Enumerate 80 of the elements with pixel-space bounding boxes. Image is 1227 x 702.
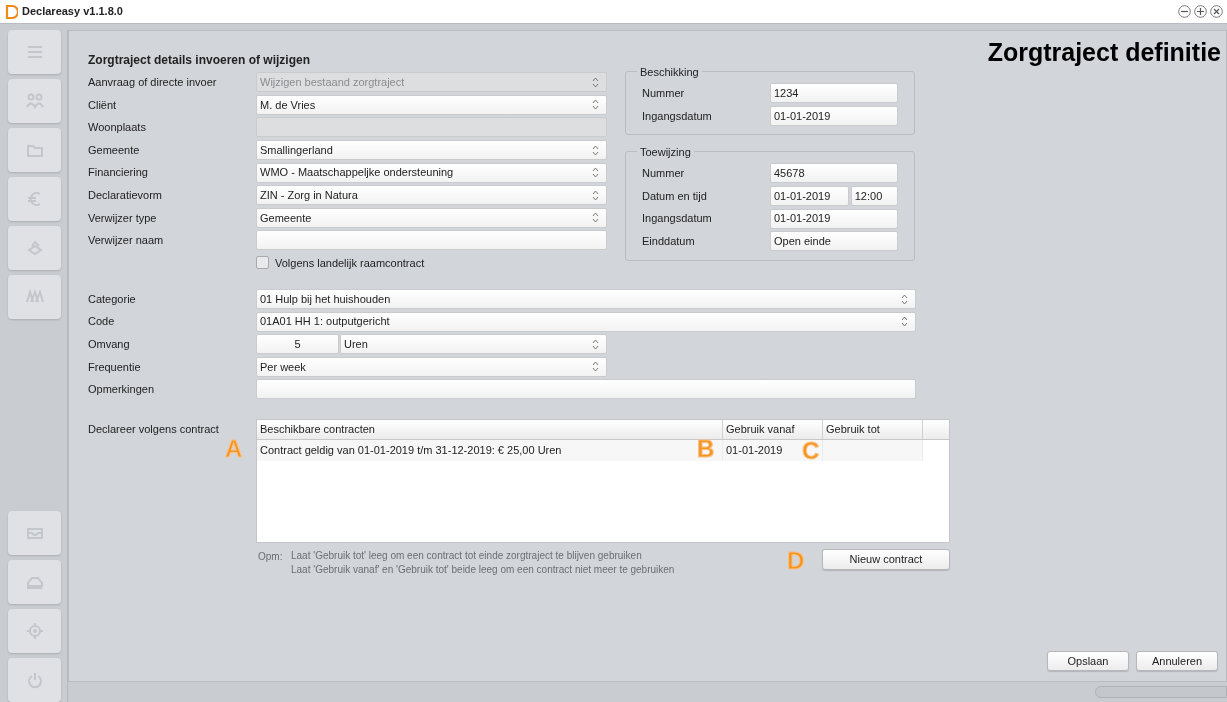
new-contract-button[interactable]: Nieuw contract: [822, 548, 950, 570]
power-button[interactable]: [8, 658, 61, 702]
column-header[interactable]: Gebruik tot: [823, 419, 923, 439]
dropdown[interactable]: M. de Vries: [256, 94, 607, 115]
form-title: Zorgtraject details invoeren of wijzigen: [88, 52, 312, 69]
spinner-icon: [592, 189, 599, 201]
input-field[interactable]: 01-01-2019: [770, 186, 849, 207]
input-field[interactable]: 45678: [770, 163, 898, 184]
column-header[interactable]: Gebruik vanaf: [723, 419, 823, 439]
field-label: Einddatum: [642, 234, 696, 249]
printer-button[interactable]: [8, 560, 61, 604]
callout-letter: D: [787, 548, 805, 573]
spinner-icon: [592, 167, 599, 179]
spinner-icon: [901, 293, 908, 305]
spinner-icon: [592, 76, 599, 88]
note-text: Laat 'Gebruik vanaf' en 'Gebruik tot' beide leeg om een contract niet meer te gebruiken: [291, 562, 675, 577]
input-field[interactable]: 01-01-2019: [770, 105, 898, 126]
scrollbar[interactable]: [1095, 686, 1227, 698]
field-label: Verwijzer naam: [88, 233, 165, 249]
dropdown[interactable]: ZIN - Zorg in Natura: [256, 185, 607, 206]
field-label: Cliënt: [88, 97, 118, 113]
menu-button[interactable]: [8, 30, 61, 74]
save-button[interactable]: Opslaan: [1047, 651, 1129, 671]
inbox-button[interactable]: [8, 511, 61, 555]
number-field[interactable]: 5: [256, 334, 339, 355]
spinner-icon: [592, 144, 599, 156]
field-label: Aanvraag of directe invoer: [88, 75, 218, 91]
dropdown[interactable]: 01 Hulp bij het huishouden: [256, 289, 916, 310]
field-label: Datum en tijd: [642, 188, 708, 204]
field-label: Omvang: [88, 337, 131, 352]
spinner-icon: [592, 99, 599, 111]
people-icon: [24, 91, 45, 111]
logo-icon: [4, 4, 18, 19]
field-label: Declareer volgens contract: [88, 422, 219, 435]
field-label: Ingangsdatum: [642, 108, 713, 124]
folder-button[interactable]: [8, 128, 61, 172]
window-title: Declareasy v1.1.8.0: [22, 4, 123, 20]
field-label: Nummer: [642, 166, 686, 182]
checkbox[interactable]: [256, 256, 269, 270]
input-field[interactable]: 12:00: [850, 186, 898, 207]
dropdown[interactable]: Uren: [340, 334, 607, 355]
spinner-icon: [592, 212, 599, 224]
dropdown[interactable]: Gemeente: [256, 207, 607, 228]
field-label: Code: [88, 314, 116, 330]
dropdown[interactable]: Smallingerland: [256, 140, 607, 161]
dropdown[interactable]: 01A01 HH 1: outputgericht: [256, 311, 916, 332]
maximize-icon[interactable]: [1194, 5, 1207, 18]
field-label: Declaratievorm: [88, 188, 163, 203]
close-icon[interactable]: [1210, 5, 1223, 18]
field-label: Frequentie: [88, 359, 142, 375]
input-field[interactable]: [256, 379, 916, 400]
note-label: Opm:: [257, 549, 284, 564]
checkbox-label: Volgens landelijk raamcontract: [275, 255, 425, 271]
field-label: Gemeente: [88, 142, 141, 158]
input-field[interactable]: Open einde: [770, 231, 898, 252]
minimize-icon[interactable]: [1178, 5, 1191, 18]
euro-button[interactable]: [8, 177, 61, 221]
callout-letter: A: [225, 436, 243, 461]
dropdown[interactable]: WMO - Maatschappeljke ondersteuning: [256, 162, 607, 183]
spinner-icon: [592, 338, 599, 350]
note-text: Laat 'Gebruik tot' leeg om een contract tot einde zorgtraject te blijven gebruiken: [291, 548, 643, 563]
page-title: Zorgtraject definitie: [987, 37, 1221, 67]
spinner-icon: [592, 361, 599, 373]
column-header[interactable]: Beschikbare contracten: [257, 419, 723, 439]
spinner-icon: [901, 316, 908, 328]
field-label: Woonplaats: [88, 120, 147, 136]
field-label: Financiering: [88, 165, 149, 181]
people-button[interactable]: [8, 79, 61, 123]
field-label: Nummer: [642, 86, 686, 102]
field-label: Verwijzer type: [88, 210, 158, 226]
input-field[interactable]: 01-01-2019: [770, 208, 898, 229]
cancel-button[interactable]: Annuleren: [1136, 651, 1218, 671]
input-field[interactable]: [256, 230, 607, 251]
dropdown[interactable]: Per week: [256, 356, 607, 377]
field-label: Categorie: [88, 291, 137, 307]
field-label: Ingangsdatum: [642, 211, 713, 227]
callout-letter: B: [697, 436, 715, 461]
callout-letter: C: [802, 438, 820, 463]
field-label: Opmerkingen: [88, 382, 156, 398]
input-field[interactable]: 1234: [770, 83, 898, 104]
